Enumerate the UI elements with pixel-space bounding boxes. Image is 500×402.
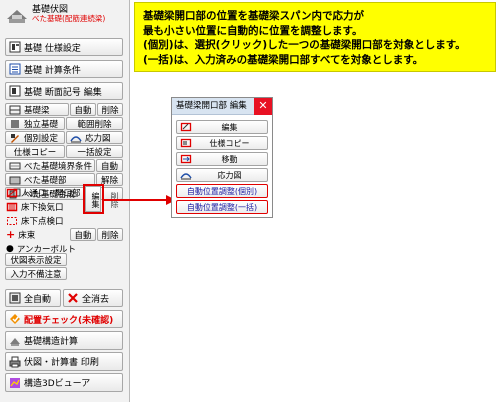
floor-post-auto-button[interactable]: 自動: [70, 228, 96, 241]
foundation-structural-calc-button[interactable]: 基礎構造計算: [5, 331, 123, 350]
isolated-footing-icon: [9, 118, 21, 129]
stress-diagram-label: 応力図: [85, 133, 111, 144]
dialog-edit-label: 編集: [221, 122, 238, 132]
section-symbol-edit-label: 基礎 断面記号 編集: [24, 87, 102, 98]
opening-edit-dialog: 基礎梁開口部 編集 ✕ 編集 仕様コピー 移動 応力図 自動位置調整(個別) 自…: [171, 97, 273, 218]
dialog-spec-copy-label: 仕様コピー: [209, 138, 250, 148]
range-delete-button[interactable]: 範囲削除: [66, 117, 123, 130]
all-auto-button[interactable]: 全自動: [5, 289, 61, 307]
input-deficiency-warning-button[interactable]: 入力不備注意: [5, 267, 67, 280]
dialog-stress-diagram-button[interactable]: 応力図: [176, 168, 268, 182]
foundation-beam-auto-button[interactable]: 自動: [70, 103, 96, 116]
erase-x-icon: [67, 292, 79, 304]
auto-position-bulk-label: 自動位置調整(一括): [186, 202, 258, 212]
print-label: 伏図・計算書 印刷: [24, 358, 99, 368]
layout-check-button[interactable]: 配置チェック(未確認): [5, 310, 123, 328]
floor-post-label: 床束: [18, 230, 36, 241]
spec-copy-icon: [180, 137, 192, 149]
auto-position-bulk-button[interactable]: 自動位置調整(一括): [176, 200, 268, 214]
section-symbol-icon: [9, 85, 21, 97]
3d-viewer-icon: [9, 377, 21, 389]
mat-foundation-part-button[interactable]: べた基礎部: [5, 173, 95, 186]
structure-3d-viewer-button[interactable]: 構造3Dビューア: [5, 373, 123, 392]
layout-check-icon: [9, 313, 21, 325]
bulk-setting-button[interactable]: 一括設定: [66, 145, 123, 158]
floor-post-item[interactable]: + 床束: [6, 228, 35, 241]
foundation-beam-icon: [9, 104, 21, 115]
mat-foundation-part-icon: [9, 174, 21, 185]
spec-icon: [9, 41, 21, 53]
callout-line: 基礎梁開口部の位置を基礎梁スパン内で応力が: [143, 10, 365, 22]
edit-icon: [180, 121, 192, 133]
foundation-beam-button[interactable]: 基礎梁: [5, 103, 69, 116]
dialog-close-button[interactable]: ✕: [254, 98, 272, 115]
all-erase-button[interactable]: 全消去: [63, 289, 123, 307]
mat-boundary-auto-button[interactable]: 自動: [96, 159, 123, 172]
spec-copy-button[interactable]: 仕様コピー: [5, 145, 65, 158]
calc-conditions-icon: [9, 63, 21, 75]
printer-icon: [9, 356, 21, 368]
explanation-callout: 基礎梁開口部の位置を基礎梁スパン内で応力が 最も小さい位置に自動的に位置を調整し…: [134, 2, 496, 72]
entrance-opening-label: 人通口・開口部: [21, 188, 81, 199]
underfloor-inspection-icon: [6, 215, 18, 227]
dialog-spec-copy-button[interactable]: 仕様コピー: [176, 136, 268, 150]
structure-3d-viewer-label: 構造3Dビューア: [24, 379, 91, 389]
stress-diagram-button[interactable]: 応力図: [66, 131, 123, 144]
dialog-titlebar[interactable]: 基礎梁開口部 編集 ✕: [172, 98, 272, 115]
individual-setting-label: 個別設定: [24, 133, 59, 144]
callout-line: (一括)は、入力済みの基礎梁開口部すべてを対象とします。: [143, 53, 424, 66]
isolated-footing-button[interactable]: 独立基礎: [5, 117, 65, 130]
dialog-move-button[interactable]: 移動: [176, 152, 268, 166]
underfloor-inspection-item[interactable]: 床下点検口: [6, 214, 64, 227]
plus-icon: +: [6, 228, 16, 241]
stress-diagram-icon: [180, 169, 192, 181]
pointer-arrow: [103, 195, 176, 205]
individual-setting-icon: [9, 132, 21, 143]
callout-line: 最も小さい位置に自動的に位置を調整します。: [143, 24, 363, 37]
foundation-structural-calc-label: 基礎構造計算: [24, 337, 79, 347]
all-auto-icon: [9, 292, 21, 304]
underfloor-vent-item[interactable]: 床下換気口: [6, 200, 64, 213]
mat-boundary-condition-button[interactable]: べた基礎境界条件: [5, 159, 95, 172]
dialog-edit-button[interactable]: 編集: [176, 120, 268, 134]
stress-diagram-icon: [70, 132, 82, 143]
layout-check-label: 配置チェック(未確認): [24, 315, 114, 326]
all-erase-label: 全消去: [82, 294, 110, 305]
foundation-spec-button[interactable]: 基礎 仕様設定: [5, 38, 123, 56]
panel-header-icon: [6, 5, 28, 25]
foundation-beam-label: 基礎梁: [24, 105, 50, 116]
callout-line: (個別)は、選択(クリック)した一つの基礎梁開口部を対象とします。: [143, 39, 466, 51]
auto-position-individual-button[interactable]: 自動位置調整(個別): [176, 184, 268, 198]
bullet-icon: ●: [6, 243, 14, 254]
foundation-calc-conditions-button[interactable]: 基礎 計算条件: [5, 60, 123, 78]
individual-setting-button[interactable]: 個別設定: [5, 131, 65, 144]
structural-calc-icon: [9, 335, 21, 347]
underfloor-vent-label: 床下換気口: [21, 202, 64, 213]
underfloor-inspection-label: 床下点検口: [21, 216, 64, 227]
isolated-footing-label: 独立基礎: [24, 119, 59, 130]
mat-foundation-part-label: べた基礎部: [24, 175, 67, 186]
underfloor-vent-icon: [6, 201, 18, 213]
foundation-spec-label: 基礎 仕様設定: [24, 43, 81, 54]
foundation-calc-conditions-label: 基礎 計算条件: [24, 65, 81, 76]
all-auto-label: 全自動: [24, 294, 52, 305]
dialog-move-label: 移動: [221, 154, 238, 164]
section-symbol-edit-button[interactable]: 基礎 断面記号 編集: [5, 82, 123, 100]
entrance-opening-icon: [6, 187, 18, 199]
move-icon: [180, 153, 192, 165]
floor-post-delete-button[interactable]: 削除: [97, 228, 123, 241]
foundation-beam-delete-button[interactable]: 削除: [97, 103, 123, 116]
dialog-title: 基礎梁開口部 編集: [176, 101, 247, 111]
dialog-stress-diagram-label: 応力図: [217, 170, 242, 180]
auto-position-individual-label: 自動位置調整(個別): [186, 186, 258, 196]
plan-display-settings-button[interactable]: 伏図表示設定: [5, 253, 67, 266]
mat-boundary-condition-label: べた基礎境界条件: [24, 161, 93, 172]
entrance-opening-item[interactable]: 人通口・開口部: [6, 186, 81, 199]
panel-subtitle: べた基礎(配筋連続梁): [32, 14, 106, 23]
print-button[interactable]: 伏図・計算書 印刷: [5, 352, 123, 371]
mat-boundary-icon: [9, 160, 21, 171]
